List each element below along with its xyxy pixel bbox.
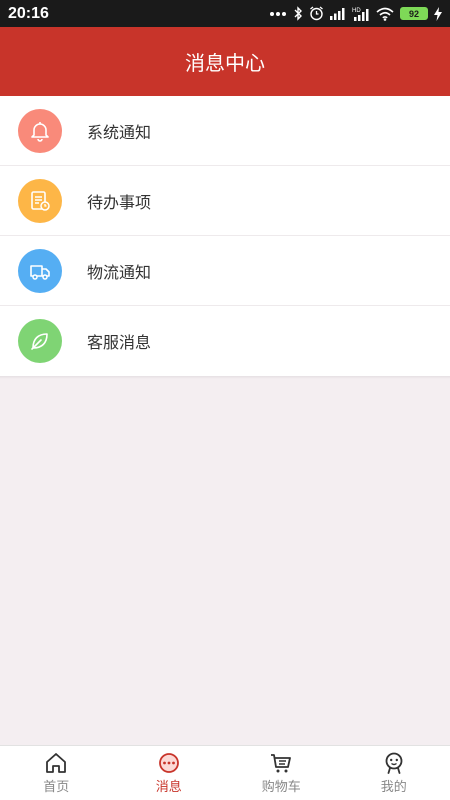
status-time: 20:16 bbox=[8, 4, 49, 22]
battery-level: 92 bbox=[400, 7, 428, 20]
status-bar: 20:16 HD 92 bbox=[0, 0, 450, 27]
list-item-label: 待办事项 bbox=[87, 192, 152, 212]
bottom-tab-bar: 首页 消息 购物车 我的 bbox=[0, 745, 450, 800]
battery-icon: 92 bbox=[400, 7, 428, 20]
page-header: 消息中心 bbox=[0, 27, 450, 96]
list-divider bbox=[0, 376, 450, 379]
home-icon bbox=[44, 752, 68, 776]
chat-icon bbox=[157, 752, 181, 776]
status-icons: HD 92 bbox=[269, 6, 442, 21]
signal-icon bbox=[330, 7, 346, 20]
list-item-label: 物流通知 bbox=[87, 262, 152, 282]
tab-label: 消息 bbox=[155, 779, 182, 795]
tab-label: 我的 bbox=[380, 779, 407, 795]
tab-profile[interactable]: 我的 bbox=[338, 746, 450, 800]
bell-icon bbox=[18, 108, 62, 153]
list-item-customer-service[interactable]: 客服消息 bbox=[0, 306, 450, 376]
leaf-icon bbox=[18, 319, 62, 363]
list-item-label: 客服消息 bbox=[87, 333, 152, 352]
message-category-list: 系统通知 待办事项 物流通知 客服消息 bbox=[0, 96, 450, 376]
todo-list-icon bbox=[18, 178, 62, 223]
tab-messages[interactable]: 消息 bbox=[113, 746, 226, 800]
hd-signal-icon: HD bbox=[352, 6, 370, 21]
list-item-label: 系统通知 bbox=[87, 122, 152, 142]
cart-icon bbox=[269, 752, 293, 776]
list-item-logistics[interactable]: 物流通知 bbox=[0, 236, 450, 306]
tab-label: 购物车 bbox=[261, 779, 301, 795]
tab-cart[interactable]: 购物车 bbox=[225, 746, 338, 800]
svg-text:HD: HD bbox=[352, 8, 361, 14]
list-item-system-notice[interactable]: 系统通知 bbox=[0, 96, 450, 166]
user-icon bbox=[382, 752, 406, 776]
alarm-icon bbox=[309, 6, 324, 21]
wifi-icon bbox=[376, 7, 394, 21]
charging-icon bbox=[434, 6, 442, 21]
tab-home[interactable]: 首页 bbox=[0, 746, 113, 800]
more-dots-icon bbox=[269, 11, 287, 17]
list-item-todo[interactable]: 待办事项 bbox=[0, 166, 450, 236]
bluetooth-icon bbox=[293, 6, 303, 21]
truck-icon bbox=[18, 248, 62, 293]
page-title: 消息中心 bbox=[185, 51, 265, 75]
tab-label: 首页 bbox=[43, 779, 70, 795]
